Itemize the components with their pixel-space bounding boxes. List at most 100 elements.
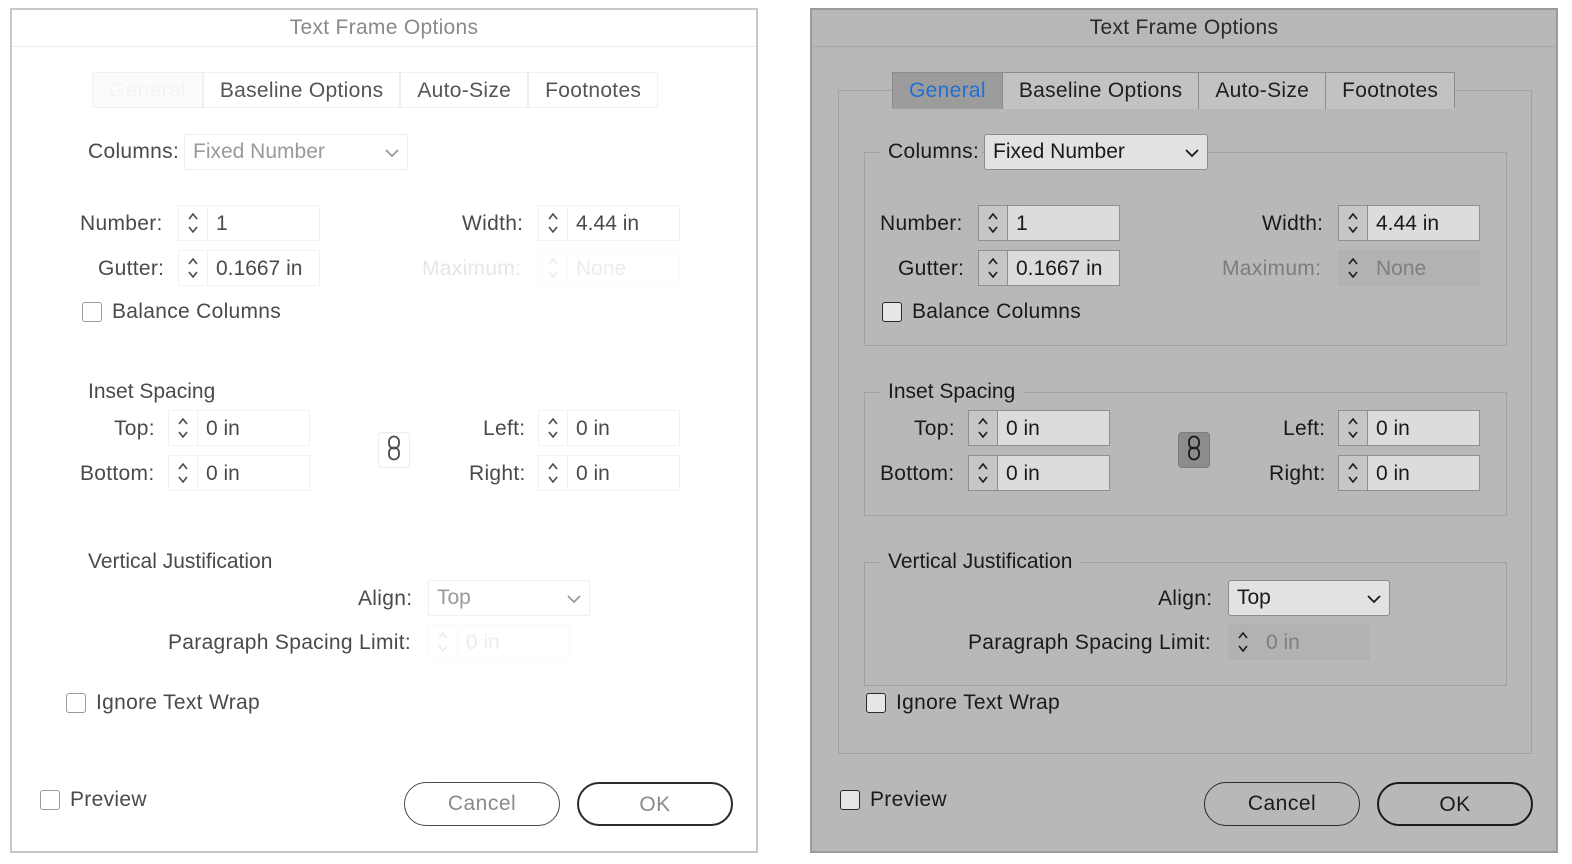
gutter-label: Gutter: xyxy=(98,257,165,280)
right-label: Right: xyxy=(469,462,526,485)
tab-general[interactable]: General xyxy=(893,73,1003,109)
up-down-arrows-icon[interactable] xyxy=(1338,455,1368,491)
paragraph-spacing-limit-spinner: 0 in xyxy=(1228,624,1370,660)
right-value[interactable]: 0 in xyxy=(568,455,680,491)
up-down-arrows-icon[interactable] xyxy=(538,205,568,241)
width-spinner[interactable]: 4.44 in xyxy=(538,205,680,241)
tab-baseline-options[interactable]: Baseline Options xyxy=(1002,73,1200,109)
titlebar-divider xyxy=(812,46,1556,47)
gutter-value[interactable]: 0.1667 in xyxy=(208,250,320,286)
balance-columns-label[interactable]: Balance Columns xyxy=(112,300,281,324)
gutter-value[interactable]: 0.1667 in xyxy=(1008,250,1120,286)
up-down-arrows-icon[interactable] xyxy=(1338,205,1368,241)
tab-bar: General Baseline Options Auto-Size Footn… xyxy=(892,72,1456,109)
left-spinner[interactable]: 0 in xyxy=(1338,410,1480,446)
balance-columns-checkbox[interactable] xyxy=(82,302,102,322)
paragraph-spacing-limit-spinner: 0 in xyxy=(428,624,570,660)
vertical-justification-group xyxy=(64,562,707,686)
gutter-spinner[interactable]: 0.1667 in xyxy=(978,250,1120,286)
up-down-arrows-icon[interactable] xyxy=(168,455,198,491)
tab-auto-size[interactable]: Auto-Size xyxy=(1199,73,1327,109)
bottom-value[interactable]: 0 in xyxy=(198,455,310,491)
chevron-down-icon xyxy=(1185,140,1199,164)
up-down-arrows-icon[interactable] xyxy=(1338,410,1368,446)
number-spinner[interactable]: 1 xyxy=(178,205,320,241)
paragraph-spacing-limit-value: 0 in xyxy=(458,624,570,660)
up-down-arrows-icon[interactable] xyxy=(968,410,998,446)
number-label: Number: xyxy=(880,212,963,235)
chain-link-icon xyxy=(1187,435,1201,466)
ignore-text-wrap-checkbox[interactable] xyxy=(66,693,86,713)
left-value[interactable]: 0 in xyxy=(1368,410,1480,446)
vertical-justification-title: Vertical Justification xyxy=(880,550,1081,574)
tab-baseline-options[interactable]: Baseline Options xyxy=(202,72,401,108)
tab-footnotes[interactable]: Footnotes xyxy=(1326,73,1455,109)
tab-general[interactable]: General xyxy=(92,72,203,108)
align-value: Top xyxy=(1237,586,1271,609)
cancel-button[interactable]: Cancel xyxy=(1204,782,1360,826)
bottom-spinner[interactable]: 0 in xyxy=(168,455,310,491)
up-down-arrows-icon[interactable] xyxy=(178,250,208,286)
balance-columns-label[interactable]: Balance Columns xyxy=(912,300,1081,324)
gutter-spinner[interactable]: 0.1667 in xyxy=(178,250,320,286)
right-value[interactable]: 0 in xyxy=(1368,455,1480,491)
chevron-down-icon xyxy=(567,586,581,610)
number-value[interactable]: 1 xyxy=(208,205,320,241)
maximum-spinner: None xyxy=(1338,250,1480,286)
chain-link-icon xyxy=(387,435,401,466)
left-value[interactable]: 0 in xyxy=(568,410,680,446)
top-spinner[interactable]: 0 in xyxy=(168,410,310,446)
up-down-arrows-icon[interactable] xyxy=(168,410,198,446)
top-spinner[interactable]: 0 in xyxy=(968,410,1110,446)
chevron-down-icon xyxy=(1367,586,1381,610)
align-value: Top xyxy=(437,586,471,609)
columns-type-dropdown[interactable]: Fixed Number xyxy=(184,134,408,170)
width-value[interactable]: 4.44 in xyxy=(1368,205,1480,241)
number-value[interactable]: 1 xyxy=(1008,205,1120,241)
up-down-arrows-icon[interactable] xyxy=(538,410,568,446)
maximum-value: None xyxy=(1368,250,1480,286)
up-down-arrows-icon[interactable] xyxy=(538,455,568,491)
align-dropdown[interactable]: Top xyxy=(1228,580,1390,616)
right-spinner[interactable]: 0 in xyxy=(538,455,680,491)
ignore-text-wrap-label[interactable]: Ignore Text Wrap xyxy=(96,691,260,715)
ok-button[interactable]: OK xyxy=(577,782,733,826)
ok-button[interactable]: OK xyxy=(1377,782,1533,826)
text-frame-options-dialog-dark: Text Frame Options General Baseline Opti… xyxy=(810,8,1558,853)
up-down-arrows-icon[interactable] xyxy=(178,205,208,241)
tab-footnotes[interactable]: Footnotes xyxy=(528,72,659,108)
preview-checkbox[interactable] xyxy=(40,790,60,810)
align-dropdown[interactable]: Top xyxy=(428,580,590,616)
vertical-justification-title: Vertical Justification xyxy=(80,550,281,574)
ignore-text-wrap-checkbox[interactable] xyxy=(866,693,886,713)
columns-type-dropdown[interactable]: Fixed Number xyxy=(984,134,1208,170)
preview-label[interactable]: Preview xyxy=(870,788,947,812)
paragraph-spacing-limit-value: 0 in xyxy=(1258,624,1370,660)
make-all-settings-same-button[interactable] xyxy=(1178,432,1210,468)
width-spinner[interactable]: 4.44 in xyxy=(1338,205,1480,241)
ignore-text-wrap-label[interactable]: Ignore Text Wrap xyxy=(896,691,1060,715)
preview-checkbox[interactable] xyxy=(840,790,860,810)
gutter-label: Gutter: xyxy=(898,257,965,280)
make-all-settings-same-button[interactable] xyxy=(378,432,410,468)
columns-type-value: Fixed Number xyxy=(993,140,1125,163)
cancel-button[interactable]: Cancel xyxy=(404,782,560,826)
balance-columns-checkbox[interactable] xyxy=(882,302,902,322)
dialog-title: Text Frame Options xyxy=(1089,16,1279,39)
width-value[interactable]: 4.44 in xyxy=(568,205,680,241)
right-spinner[interactable]: 0 in xyxy=(1338,455,1480,491)
vertical-justification-group xyxy=(864,562,1507,686)
columns-label: Columns: xyxy=(88,140,180,163)
top-value[interactable]: 0 in xyxy=(998,410,1110,446)
up-down-arrows-icon[interactable] xyxy=(968,455,998,491)
preview-label[interactable]: Preview xyxy=(70,788,147,812)
columns-label-wrap: Columns: xyxy=(80,140,182,164)
bottom-value[interactable]: 0 in xyxy=(998,455,1110,491)
bottom-spinner[interactable]: 0 in xyxy=(968,455,1110,491)
number-spinner[interactable]: 1 xyxy=(978,205,1120,241)
tab-auto-size[interactable]: Auto-Size xyxy=(400,72,529,108)
top-value[interactable]: 0 in xyxy=(198,410,310,446)
up-down-arrows-icon[interactable] xyxy=(978,250,1008,286)
up-down-arrows-icon[interactable] xyxy=(978,205,1008,241)
left-spinner[interactable]: 0 in xyxy=(538,410,680,446)
